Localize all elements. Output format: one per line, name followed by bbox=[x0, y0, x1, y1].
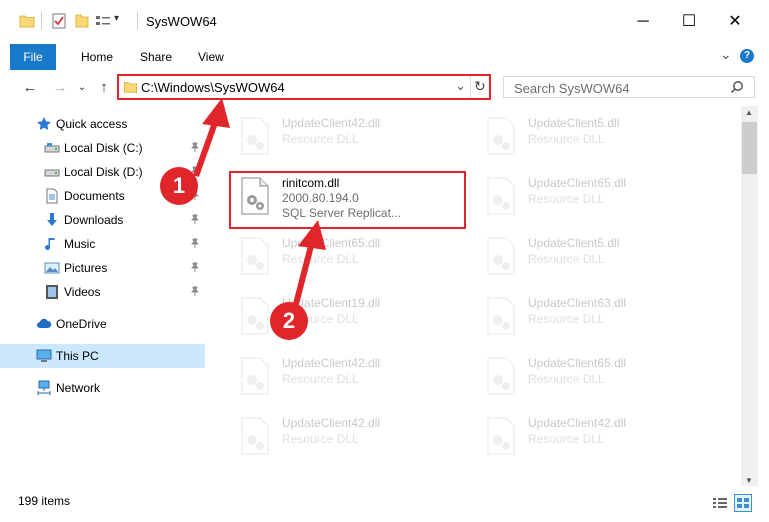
annotation-overlay bbox=[193, 98, 326, 305]
arrow-2-line bbox=[293, 241, 315, 305]
arrow-1-line bbox=[193, 118, 219, 178]
arrow-1-head bbox=[202, 98, 230, 128]
step-2-callout: 2 bbox=[270, 302, 308, 340]
step-1-callout: 1 bbox=[160, 167, 198, 205]
arrow-2-head bbox=[298, 220, 326, 250]
